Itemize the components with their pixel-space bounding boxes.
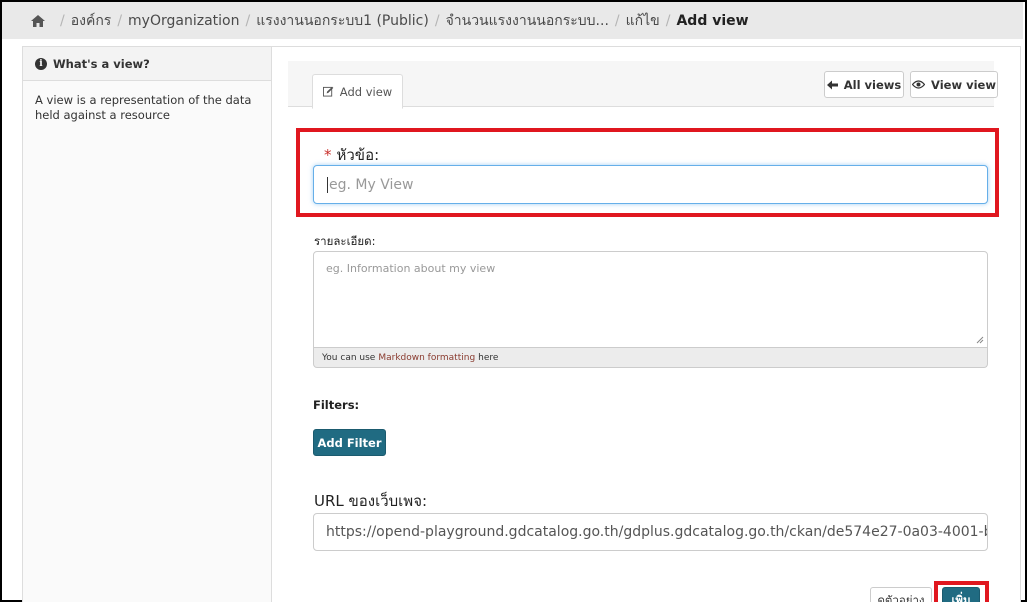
url-value: https://opend-playground.gdcatalog.go.th… <box>326 524 988 540</box>
markdown-hint-suffix: here <box>478 352 499 363</box>
breadcrumb: / องค์กร / myOrganization / แรงงานนอกระบ… <box>2 2 1023 39</box>
breadcrumb-item-dataset[interactable]: แรงงานนอกระบบ1 (Public) <box>256 10 429 32</box>
sidebar-heading: i What's a view? <box>23 47 271 81</box>
url-label: URL ของเว็บเพจ: <box>314 492 428 510</box>
breadcrumb-separator: / <box>117 12 123 29</box>
breadcrumb-item-org-name[interactable]: myOrganization <box>128 13 239 29</box>
home-icon[interactable] <box>30 14 46 28</box>
title-label-text: หัวข้อ: <box>336 146 380 164</box>
markdown-link[interactable]: Markdown formatting <box>378 353 475 363</box>
all-views-button[interactable]: All views <box>824 71 904 98</box>
title-input[interactable]: eg. My View <box>313 165 988 204</box>
title-label: * หัวข้อ: <box>324 143 379 167</box>
preview-button[interactable]: ดูตัวอย่าง <box>870 587 932 602</box>
breadcrumb-separator: / <box>245 12 251 29</box>
add-button[interactable]: เพิ่ม <box>942 587 980 602</box>
breadcrumb-item-current: Add view <box>676 12 749 29</box>
info-icon: i <box>35 57 47 70</box>
breadcrumb-item-organization[interactable]: องค์กร <box>71 10 112 32</box>
description-textarea[interactable]: eg. Information about my view <box>313 251 988 348</box>
breadcrumb-separator: / <box>60 12 65 29</box>
text-cursor <box>327 176 328 193</box>
resize-handle-icon[interactable] <box>976 336 984 344</box>
breadcrumb-item-resource[interactable]: จำนวนแรงงานนอกระบบ... <box>446 10 609 32</box>
tab-add-view[interactable]: Add view <box>312 74 403 109</box>
arrow-left-icon <box>826 80 838 89</box>
sidebar: i What's a view? A view is a representat… <box>22 46 272 602</box>
breadcrumb-separator: / <box>665 12 671 29</box>
all-views-label: All views <box>843 77 902 92</box>
markdown-hint-prefix: You can use <box>322 352 376 363</box>
sidebar-description: A view is a representation of the data h… <box>35 93 252 122</box>
tab-bar: Add view All views View view <box>288 61 998 109</box>
description-placeholder: eg. Information about my view <box>326 262 496 275</box>
breadcrumb-separator: / <box>434 12 440 29</box>
url-input[interactable]: https://opend-playground.gdcatalog.go.th… <box>313 513 988 551</box>
markdown-hint: You can use Markdown formatting here <box>313 348 988 368</box>
edit-icon <box>322 86 334 97</box>
title-placeholder: eg. My View <box>329 176 414 193</box>
sidebar-heading-text: What's a view? <box>53 56 150 71</box>
required-marker: * <box>324 146 332 164</box>
view-view-label: View view <box>931 77 996 92</box>
add-filter-button[interactable]: Add Filter <box>313 429 386 456</box>
filters-label: Filters: <box>313 398 360 412</box>
eye-icon <box>912 80 926 89</box>
breadcrumb-item-edit[interactable]: แก้ไข <box>626 10 660 32</box>
description-label: รายละเอียด: <box>314 234 376 248</box>
view-view-button[interactable]: View view <box>910 71 998 98</box>
main-panel: Add view All views View view * หัวข้อ: eg… <box>272 46 1021 602</box>
tab-add-view-label: Add view <box>339 84 393 99</box>
breadcrumb-separator: / <box>614 12 620 29</box>
